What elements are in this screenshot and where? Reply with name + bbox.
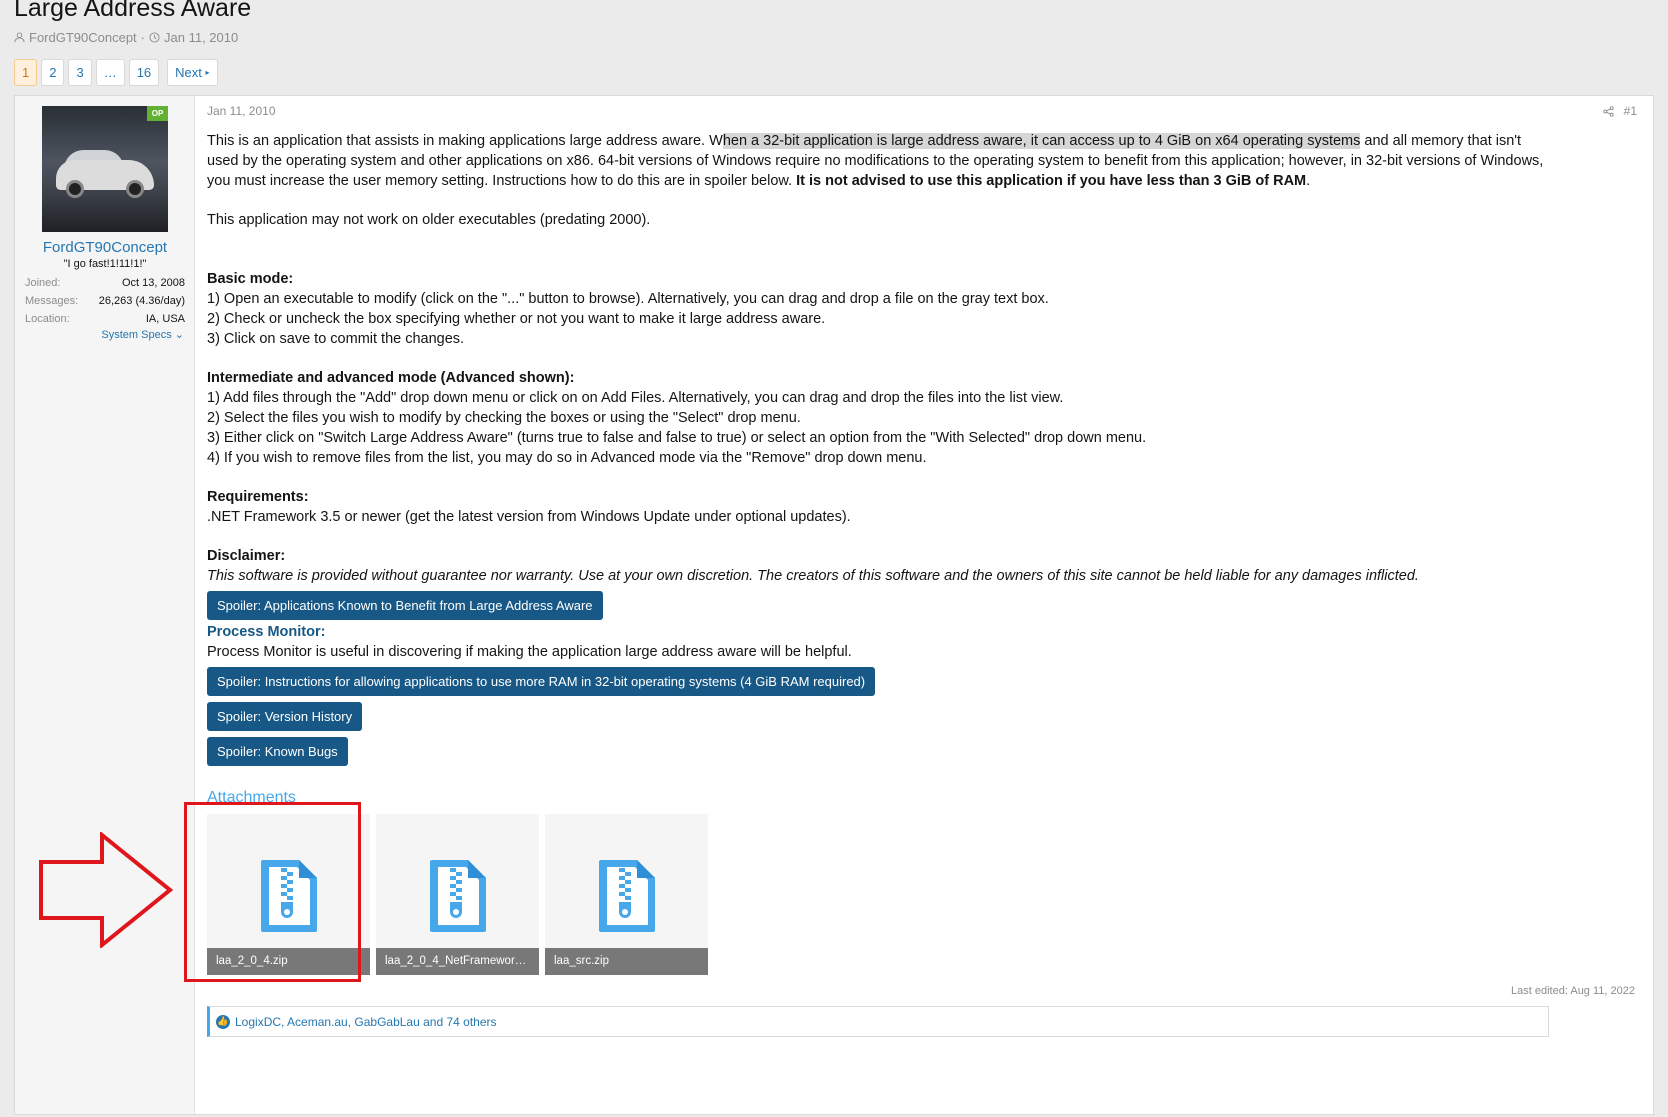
- thumbs-up-icon: 👍: [216, 1014, 230, 1029]
- user-messages-row: Messages: 26,263 (4.36/day): [25, 292, 185, 310]
- intro-warning: It is not advised to use this applicatio…: [796, 173, 1307, 189]
- annotation-highlight-box: [184, 802, 361, 982]
- caret-right-icon: ▸: [205, 68, 210, 77]
- op-badge: OP: [147, 106, 168, 121]
- likes-bar[interactable]: 👍 LogixDC, Aceman.au, GabGabLau and 74 o…: [207, 1006, 1549, 1037]
- location-value: IA, USA: [145, 313, 185, 325]
- thread-author[interactable]: FordGT90Concept: [29, 30, 137, 45]
- page-16-link[interactable]: 16: [128, 59, 160, 86]
- avatar[interactable]: [42, 106, 168, 232]
- disclaimer-text: This software is provided without guaran…: [207, 568, 1419, 584]
- process-monitor-link[interactable]: Process Monitor:: [207, 622, 1552, 642]
- attachment-name[interactable]: laa_src.zip: [545, 948, 708, 975]
- post-number[interactable]: #1: [1624, 104, 1637, 118]
- username[interactable]: FordGT90Concept: [15, 239, 195, 256]
- intro-paragraph: This is an application that assists in m…: [207, 131, 1552, 191]
- page-3-link[interactable]: 3: [68, 59, 92, 86]
- spoiler-button-known-bugs[interactable]: Spoiler: Known Bugs: [207, 737, 348, 766]
- advanced-step: 2) Select the files you wish to modify b…: [207, 410, 801, 426]
- requirements-heading: Requirements:: [207, 489, 309, 505]
- messages-label: Messages:: [25, 295, 79, 307]
- pagination: 1 2 3 … 16 Next ▸: [14, 59, 218, 86]
- annotation-arrow-icon: [39, 832, 174, 948]
- user-title: "I go fast!1!11!1!": [63, 258, 147, 270]
- user-icon: [14, 32, 25, 43]
- clock-icon: [149, 32, 160, 43]
- basic-step: 2) Check or uncheck the box specifying w…: [207, 311, 826, 327]
- thread-date[interactable]: Jan 11, 2010: [164, 30, 238, 45]
- basic-step: 1) Open an executable to modify (click o…: [207, 291, 1049, 307]
- attachment-item[interactable]: laa_2_0_4_NetFramework...: [376, 814, 539, 975]
- next-label: Next: [175, 65, 202, 80]
- spoiler-button-instructions[interactable]: Spoiler: Instructions for allowing appli…: [207, 667, 876, 696]
- location-label: Location:: [25, 313, 70, 325]
- next-page-button[interactable]: Next ▸: [167, 59, 218, 86]
- joined-value: Oct 13, 2008: [122, 277, 185, 289]
- advanced-step: 4) If you wish to remove files from the …: [207, 450, 927, 466]
- joined-label: Joined:: [25, 277, 61, 289]
- spoiler-button-applications[interactable]: Spoiler: Applications Known to Benefit f…: [207, 591, 603, 620]
- post-tools: #1: [1603, 104, 1637, 118]
- page-2-link[interactable]: 2: [41, 59, 65, 86]
- intro-text-a: This is an application that assists in m…: [207, 133, 723, 149]
- page-1-link[interactable]: 1: [14, 59, 38, 86]
- page-jump-ellipsis[interactable]: …: [95, 59, 125, 86]
- last-edited: Last edited: Aug 11, 2022: [1511, 985, 1635, 997]
- attachment-name[interactable]: laa_2_0_4_NetFramework...: [376, 948, 539, 975]
- user-cell: OP FordGT90Concept "I go fast!1!11!1!" J…: [15, 96, 195, 1114]
- user-extra: Joined: Oct 13, 2008 Messages: 26,263 (4.3…: [25, 274, 185, 328]
- post-date[interactable]: Jan 11, 2010: [207, 104, 276, 118]
- system-specs-toggle[interactable]: System Specs ⌄: [101, 328, 184, 341]
- likes-text[interactable]: LogixDC, Aceman.au, GabGabLau and 74 oth…: [235, 1015, 497, 1029]
- avatar-wheel: [66, 180, 84, 198]
- spoiler-button-version-history[interactable]: Spoiler: Version History: [207, 702, 363, 731]
- attachment-item[interactable]: laa_src.zip: [545, 814, 708, 975]
- zip-file-icon: [599, 860, 655, 932]
- messages-value: 26,263 (4.36/day): [98, 295, 185, 307]
- user-joined-row: Joined: Oct 13, 2008: [25, 274, 185, 292]
- system-specs-label: System Specs: [101, 329, 172, 341]
- zip-file-icon: [430, 860, 486, 932]
- process-monitor-text: Process Monitor is useful in discovering…: [207, 644, 852, 660]
- intro-end: .: [1306, 173, 1311, 189]
- thread-meta: FordGT90Concept · Jan 11, 2010: [14, 30, 238, 45]
- older-note: This application may not work on older e…: [207, 212, 651, 228]
- advanced-heading: Intermediate and advanced mode (Advanced…: [207, 370, 575, 386]
- share-icon[interactable]: [1603, 105, 1614, 117]
- thread-title: Large Address Aware: [14, 0, 252, 22]
- user-location-row: Location: IA, USA: [25, 310, 185, 328]
- chevron-down-icon: ⌄: [174, 329, 184, 341]
- advanced-step: 1) Add files through the "Add" drop down…: [207, 390, 1064, 406]
- meta-separator: ·: [140, 30, 146, 45]
- requirements-text: .NET Framework 3.5 or newer (get the lat…: [207, 509, 851, 525]
- message-cell: Jan 11, 2010 #1 This is an application t…: [195, 96, 1653, 1114]
- basic-step: 3) Click on save to commit the changes.: [207, 331, 465, 347]
- post-body: This is an application that assists in m…: [207, 131, 1552, 766]
- intro-highlight: hen a 32-bit application is large addres…: [722, 133, 1361, 149]
- disclaimer-heading: Disclaimer:: [207, 548, 286, 564]
- basic-heading: Basic mode:: [207, 271, 294, 287]
- avatar-wheel: [126, 180, 144, 198]
- advanced-step: 3) Either click on "Switch Large Address…: [207, 430, 1147, 446]
